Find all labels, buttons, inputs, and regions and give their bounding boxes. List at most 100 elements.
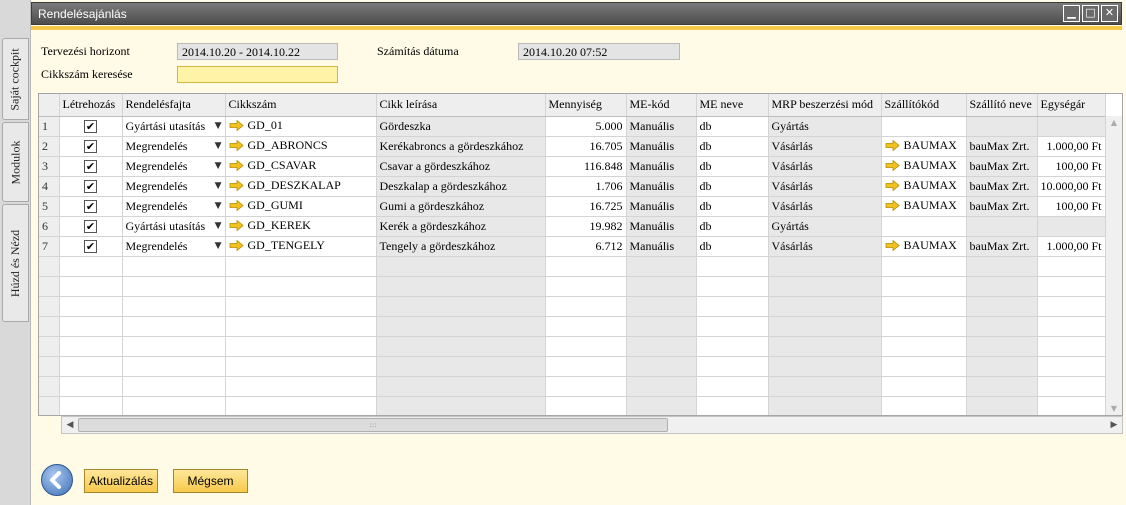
create-checkbox[interactable]: ✔	[84, 240, 97, 254]
col-header-mrp-method[interactable]: MRP beszerzési mód	[768, 94, 882, 117]
chevron-down-icon[interactable]: ▼	[215, 161, 222, 171]
title-bar[interactable]: Rendelésajánlás ▁ □ ✕	[31, 2, 1122, 25]
update-button[interactable]: Aktualizálás	[84, 469, 158, 493]
col-header-create[interactable]: Létrehozás	[59, 94, 123, 117]
col-header-quantity[interactable]: Mennyiség	[545, 94, 627, 117]
minimize-icon[interactable]: ▁	[1063, 5, 1080, 22]
empty-cell	[966, 356, 1038, 377]
order-type-dropdown[interactable]: Megrendelés ▼	[122, 176, 226, 197]
empty-cell	[881, 396, 967, 415]
search-input[interactable]	[177, 66, 338, 83]
scroll-left-icon[interactable]: ◀	[62, 417, 78, 433]
col-header-uom-code[interactable]: ME-kód	[626, 94, 697, 117]
table-row[interactable]: 5 ✔ Megrendelés ▼ GD_GUMI Gumi a gördeszkához…	[39, 196, 1106, 217]
create-checkbox[interactable]: ✔	[84, 120, 97, 134]
table-row[interactable]: 2 ✔ Megrendelés ▼ GD_ABRONCS Kerékabroncs a g…	[39, 136, 1106, 157]
scroll-down-icon[interactable]: ▼	[1106, 402, 1122, 415]
quantity-cell[interactable]: 1.706	[545, 176, 627, 197]
unit-price-cell[interactable]: 10.000,00 Ft	[1037, 176, 1106, 197]
unit-price-cell[interactable]: 1.000,00 Ft	[1037, 236, 1106, 257]
table-row[interactable]: 6 ✔ Gyártási utasítás ▼ GD_KEREK Kerék a görd…	[39, 216, 1106, 237]
col-header-supplier-code[interactable]: Szállítókód	[881, 94, 967, 117]
quantity-cell[interactable]: 6.712	[545, 236, 627, 257]
link-arrow-icon[interactable]	[229, 179, 244, 191]
link-arrow-icon[interactable]	[885, 199, 900, 211]
order-type-dropdown[interactable]: Gyártási utasítás ▼	[122, 116, 226, 137]
unit-price-cell[interactable]: 100,00 Ft	[1037, 196, 1106, 217]
quantity-cell[interactable]: 16.705	[545, 136, 627, 157]
table-row[interactable]: 1 ✔ Gyártási utasítás ▼ GD_01 Gördeszka 5.000 M…	[39, 116, 1106, 137]
empty-cell	[1037, 256, 1106, 277]
col-header-unit-price[interactable]: Egységár	[1037, 94, 1106, 117]
quantity-cell[interactable]: 16.725	[545, 196, 627, 217]
unit-price-cell[interactable]: 1.000,00 Ft	[1037, 136, 1106, 157]
empty-cell	[626, 256, 697, 277]
link-arrow-icon[interactable]	[229, 139, 244, 151]
table-row[interactable]: 3 ✔ Megrendelés ▼ GD_CSAVAR Csavar a gördeszk…	[39, 156, 1106, 177]
create-checkbox[interactable]: ✔	[84, 180, 97, 194]
empty-cell	[966, 256, 1038, 277]
table-row[interactable]: 4 ✔ Megrendelés ▼ GD_DESZKALAP Deszkalap a gö…	[39, 176, 1106, 197]
scroll-right-icon[interactable]: ▶	[1106, 417, 1122, 433]
quantity-cell[interactable]: 19.982	[545, 216, 627, 237]
col-header-supplier-name[interactable]: Szállító neve	[966, 94, 1038, 117]
side-tab-cockpit[interactable]: Saját cockpit	[2, 38, 29, 120]
chevron-down-icon[interactable]: ▼	[215, 221, 222, 231]
col-header-order-type[interactable]: Rendelésfajta	[122, 94, 226, 117]
back-button[interactable]	[41, 464, 73, 496]
link-arrow-icon[interactable]	[229, 219, 244, 231]
side-tab-modules[interactable]: Modulok	[2, 122, 29, 202]
empty-cell	[966, 276, 1038, 297]
chevron-down-icon[interactable]: ▼	[215, 241, 222, 251]
horizontal-scrollbar[interactable]: ◀ ::: ▶	[61, 416, 1123, 434]
create-checkbox[interactable]: ✔	[84, 220, 97, 234]
chevron-down-icon[interactable]: ▼	[215, 141, 222, 151]
create-checkbox[interactable]: ✔	[84, 140, 97, 154]
order-type-dropdown[interactable]: Megrendelés ▼	[122, 156, 226, 177]
maximize-icon[interactable]: □	[1082, 5, 1099, 22]
supplier-name: bauMax Zrt.	[966, 156, 1038, 177]
side-tab-drag-relate[interactable]: Húzd és Nézd	[2, 204, 29, 322]
supplier-code-cell	[881, 216, 967, 237]
empty-cell	[696, 256, 769, 277]
create-checkbox[interactable]: ✔	[84, 160, 97, 174]
order-type-dropdown[interactable]: Megrendelés ▼	[122, 136, 226, 157]
create-checkbox-cell: ✔	[59, 176, 123, 197]
empty-cell	[768, 376, 882, 397]
order-type-dropdown[interactable]: Gyártási utasítás ▼	[122, 216, 226, 237]
unit-price-cell[interactable]	[1037, 116, 1106, 137]
chevron-down-icon[interactable]: ▼	[215, 121, 222, 131]
unit-price-cell[interactable]: 100,00 Ft	[1037, 156, 1106, 177]
empty-cell	[1037, 336, 1106, 357]
col-header-uom-name[interactable]: ME neve	[696, 94, 769, 117]
order-type-dropdown[interactable]: Megrendelés ▼	[122, 196, 226, 217]
quantity-cell[interactable]: 116.848	[545, 156, 627, 177]
row-number: 3	[39, 156, 60, 177]
col-header-item-code[interactable]: Cikkszám	[225, 94, 377, 117]
cancel-button[interactable]: Mégsem	[173, 469, 248, 493]
link-arrow-icon[interactable]	[885, 179, 900, 191]
link-arrow-icon[interactable]	[229, 119, 244, 131]
chevron-down-icon[interactable]: ▼	[215, 201, 222, 211]
order-type-dropdown[interactable]: Megrendelés ▼	[122, 236, 226, 257]
link-arrow-icon[interactable]	[885, 159, 900, 171]
chevron-down-icon[interactable]: ▼	[215, 181, 222, 191]
link-arrow-icon[interactable]	[885, 139, 900, 151]
link-arrow-icon[interactable]	[229, 199, 244, 211]
close-icon[interactable]: ✕	[1101, 5, 1118, 22]
link-arrow-icon[interactable]	[229, 159, 244, 171]
search-label: Cikkszám keresése	[41, 67, 133, 81]
link-arrow-icon[interactable]	[229, 239, 244, 251]
scroll-up-icon[interactable]: ▲	[1106, 116, 1122, 130]
empty-cell	[376, 296, 546, 317]
vertical-scrollbar[interactable]: ▲ ▼	[1105, 116, 1122, 415]
link-arrow-icon[interactable]	[885, 239, 900, 251]
col-header-item-desc[interactable]: Cikk leírása	[376, 94, 546, 117]
quantity-cell[interactable]: 5.000	[545, 116, 627, 137]
create-checkbox[interactable]: ✔	[84, 200, 97, 214]
unit-price-cell[interactable]	[1037, 216, 1106, 237]
table-row[interactable]: 7 ✔ Megrendelés ▼ GD_TENGELY Tengely a gördes…	[39, 236, 1106, 257]
item-code-cell: GD_DESZKALAP	[225, 176, 377, 197]
scroll-thumb[interactable]: :::	[78, 418, 668, 432]
row-number: 1	[39, 116, 60, 137]
